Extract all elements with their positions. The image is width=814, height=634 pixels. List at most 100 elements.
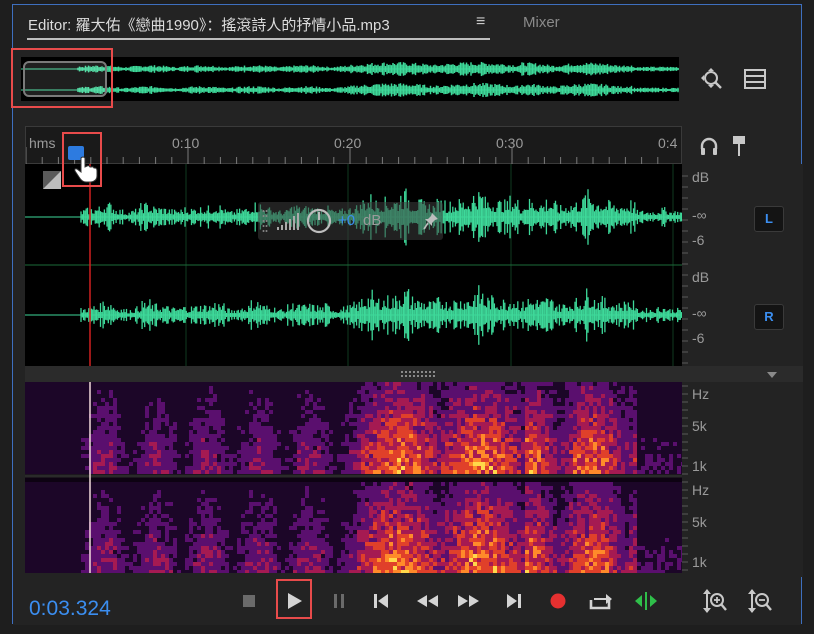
spectrogram-cell — [521, 466, 525, 470]
panel-menu-icon[interactable]: ≡ — [476, 14, 485, 30]
spectrogram-cell — [269, 470, 273, 474]
spectrogram-cell — [277, 402, 281, 406]
spectrogram-cell — [501, 418, 505, 422]
spectrogram-cell — [521, 390, 525, 394]
spectrogram-cell — [285, 406, 289, 410]
spectrogram-cell — [29, 386, 33, 390]
spectrogram-cell — [417, 450, 421, 454]
spectrogram-cell — [345, 470, 349, 474]
view-divider[interactable] — [25, 366, 803, 382]
headphone-icon[interactable] — [699, 136, 719, 156]
spectrogram-cell — [69, 394, 73, 398]
spectrogram-cell — [357, 414, 361, 418]
time-ruler[interactable]: hms 0:10 0:20 0:30 0:4 — [25, 126, 682, 165]
spectrogram-cell — [441, 450, 445, 454]
spectrogram-cell — [165, 398, 169, 402]
spectrogram-cell — [305, 430, 309, 434]
spectrogram-cell — [393, 406, 397, 410]
spectrogram-cell — [149, 406, 153, 410]
spectrogram-cell — [453, 438, 457, 442]
waveform-display[interactable] — [25, 164, 682, 366]
spectrogram-cell — [301, 466, 305, 470]
spectrogram-cell — [469, 382, 473, 386]
fade-in-handle[interactable] — [43, 171, 61, 189]
spectrogram-cell — [157, 382, 161, 386]
spectrogram-cell — [529, 398, 533, 402]
spectrogram-cell — [141, 410, 145, 414]
spectrogram-cell — [441, 458, 445, 462]
spectrogram-cell — [373, 390, 377, 394]
volume-knob[interactable] — [306, 208, 332, 234]
spectrogram-cell — [25, 414, 29, 418]
spectrogram-cell — [145, 418, 149, 422]
spectrogram-cell — [37, 430, 41, 434]
spectrogram-cell — [153, 418, 157, 422]
spectrogram-cell — [65, 426, 69, 430]
spectrogram-cell — [509, 438, 513, 442]
spectrogram-cell — [229, 466, 233, 470]
spectrogram-cell — [297, 394, 301, 398]
spectrogram-cell — [173, 438, 177, 442]
spectrogram-cell — [397, 430, 401, 434]
spectrogram-cell — [401, 390, 405, 394]
spectral-frequency-display[interactable] — [25, 382, 682, 577]
spectrogram-cell — [389, 402, 393, 406]
spectrogram-cell — [345, 466, 349, 470]
tab-editor[interactable]: Editor: 羅大佑《戀曲1990》：搖滾詩人的抒情小品.mp3 — [28, 14, 390, 35]
spectrogram-cell — [173, 454, 177, 458]
list-icon[interactable] — [744, 69, 766, 89]
spectrogram-cell — [237, 398, 241, 402]
spectrogram-cell — [149, 418, 153, 422]
spectrogram-cell — [313, 434, 317, 438]
spectrogram-cell — [385, 450, 389, 454]
spectrogram-cell — [93, 430, 97, 434]
spectrogram-cell — [525, 446, 529, 450]
hud-grip-icon[interactable] — [262, 207, 268, 235]
spectrogram-cell — [257, 450, 261, 454]
spectrogram-cell — [137, 470, 141, 474]
spectrogram-cell — [457, 470, 461, 474]
spectrogram-cell — [161, 470, 165, 474]
spectrogram-cell — [445, 390, 449, 394]
spectrogram-cell — [253, 398, 257, 402]
spectrogram-cell — [317, 418, 321, 422]
spectrogram-cell — [549, 454, 553, 458]
volume-value[interactable]: +0 — [338, 212, 355, 229]
tab-mixer[interactable]: Mixer — [523, 14, 560, 31]
spectrogram-cell — [417, 406, 421, 410]
spectrogram-cell — [341, 438, 345, 442]
spectrogram-cell — [549, 390, 553, 394]
spectrogram-cell — [185, 430, 189, 434]
spectrogram-cell — [65, 414, 69, 418]
spectrogram-cell — [241, 442, 245, 446]
divider-grip-icon[interactable] — [401, 371, 437, 377]
spectrogram-cell — [549, 446, 553, 450]
zoom-fit-icon[interactable] — [700, 67, 724, 91]
spectrogram-cell — [461, 414, 465, 418]
spectrogram-cell — [189, 454, 193, 458]
spectrogram-cell — [373, 394, 377, 398]
spectrogram-cell — [269, 386, 273, 390]
spectrogram-cell — [305, 382, 309, 386]
spectrogram-cell — [481, 470, 485, 474]
spectrogram-cell — [485, 394, 489, 398]
spectrogram-cell — [273, 394, 277, 398]
spectrogram-cell — [381, 446, 385, 450]
spectrogram-cell — [77, 406, 81, 410]
pin-hud-icon[interactable] — [423, 212, 439, 230]
spectrogram-cell — [553, 438, 557, 442]
overview-navigator[interactable] — [21, 57, 679, 101]
spectrogram-cell — [93, 422, 97, 426]
spectrogram-cell — [357, 418, 361, 422]
spectrogram-cell — [309, 422, 313, 426]
spectrogram-cell — [333, 390, 337, 394]
spectrogram-cell — [337, 466, 341, 470]
spectrogram-cell — [513, 426, 517, 430]
spectrogram-cell — [353, 422, 357, 426]
chevron-down-icon[interactable] — [767, 372, 777, 378]
marker-pin-icon[interactable] — [731, 135, 747, 157]
spectrogram-cell — [113, 390, 117, 394]
spectrogram-cell — [317, 394, 321, 398]
spectrogram-cell — [393, 442, 397, 446]
spectrogram-cell — [537, 442, 541, 446]
